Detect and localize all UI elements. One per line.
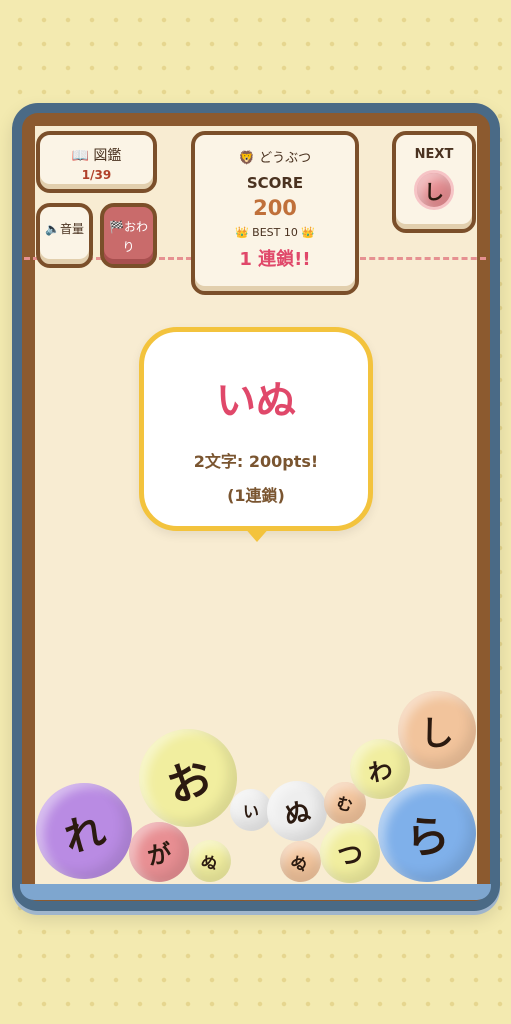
next-label: NEXT xyxy=(414,147,454,162)
next-ball-char: し xyxy=(424,179,444,204)
encyclopedia-label: 📖 図鑑 xyxy=(71,148,122,164)
next-panel: NEXT し xyxy=(392,131,476,233)
popup-chain: (1連鎖) xyxy=(227,486,285,505)
deadline-right xyxy=(360,257,486,260)
ball-shi: し xyxy=(398,691,476,769)
popup-points: 2文字: 200pts! xyxy=(193,452,319,471)
volume-button[interactable]: 🔈音量 xyxy=(36,203,93,268)
finish-label: 🏁おわり xyxy=(109,220,148,254)
score-label: SCORE xyxy=(246,174,304,192)
encyclopedia-button[interactable]: 📖 図鑑 1/39 xyxy=(36,131,157,193)
category-label: 🦁 どうぶつ xyxy=(238,151,312,166)
next-ball: し xyxy=(414,170,454,210)
popup-word: いぬ xyxy=(216,378,296,424)
container-floor xyxy=(20,884,491,900)
score-panel: 🦁 どうぶつ SCORE 200 👑 BEST 10 👑 1 連鎖!! xyxy=(191,131,359,295)
ball-tsu: つ xyxy=(320,823,380,883)
popup-tail xyxy=(243,526,271,542)
score-value: 200 xyxy=(253,196,297,220)
chain-count: 1 連鎖!! xyxy=(239,249,311,270)
volume-label: 🔈音量 xyxy=(45,222,84,236)
finish-button[interactable]: 🏁おわり xyxy=(100,203,157,268)
encyclopedia-count: 1/39 xyxy=(81,168,112,182)
best-label: 👑 BEST 10 👑 xyxy=(234,226,316,239)
ball-i: い xyxy=(230,789,272,831)
word-popup: いぬ 2文字: 200pts! (1連鎖) xyxy=(139,327,373,531)
